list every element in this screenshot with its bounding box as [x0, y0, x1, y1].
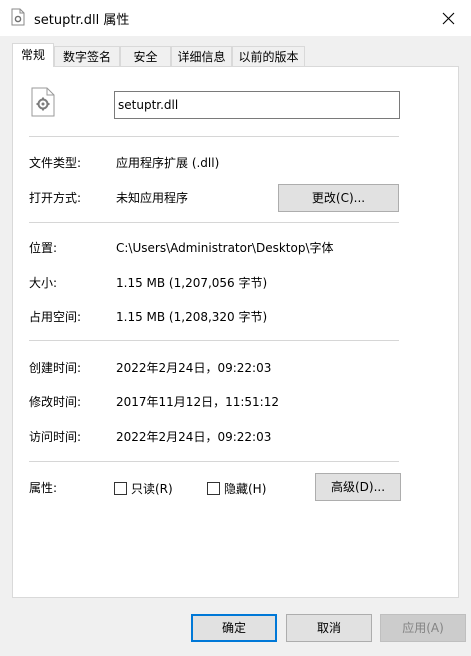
separator: [29, 461, 399, 462]
separator: [29, 136, 399, 137]
size-on-disk-label: 占用空间:: [29, 310, 82, 324]
attributes-label: 属性:: [29, 481, 58, 495]
close-button[interactable]: [425, 0, 471, 36]
file-type-label: 文件类型:: [29, 156, 82, 170]
opens-with-value: 未知应用程序: [116, 191, 189, 205]
modified-value: 2017年11月12日，11:51:12: [116, 395, 279, 409]
tab-security[interactable]: 安全: [120, 46, 171, 66]
hidden-checkbox[interactable]: 隐藏(H): [207, 480, 266, 497]
close-icon: [442, 12, 454, 24]
tab-details[interactable]: 详细信息: [171, 46, 232, 66]
separator: [29, 222, 399, 223]
file-type-value: 应用程序扩展 (.dll): [116, 156, 220, 170]
readonly-checkbox-box[interactable]: [114, 482, 127, 495]
cancel-button[interactable]: 取消: [286, 614, 372, 642]
dll-file-icon: [31, 87, 55, 117]
title-bar: setuptr.dll 属性: [0, 0, 471, 36]
tab-previous-versions[interactable]: 以前的版本: [232, 46, 305, 66]
advanced-button[interactable]: 高级(D)...: [315, 473, 401, 501]
location-value: C:\Users\Administrator\Desktop\字体: [116, 241, 334, 255]
hidden-checkbox-label: 隐藏(H): [224, 482, 267, 496]
modified-label: 修改时间:: [29, 395, 82, 409]
size-label: 大小:: [29, 276, 58, 290]
change-button[interactable]: 更改(C)...: [278, 184, 399, 212]
filename-input[interactable]: [114, 91, 400, 119]
apply-button[interactable]: 应用(A): [380, 614, 466, 642]
tab-general[interactable]: 常规: [12, 43, 54, 67]
separator: [29, 340, 399, 341]
location-label: 位置:: [29, 241, 58, 255]
window-title: setuptr.dll 属性: [34, 13, 130, 28]
created-value: 2022年2月24日，09:22:03: [116, 361, 272, 375]
size-on-disk-value: 1.15 MB (1,208,320 字节): [116, 310, 268, 324]
general-panel: 文件类型: 应用程序扩展 (.dll) 打开方式: 未知应用程序 更改(C)..…: [12, 66, 459, 598]
readonly-checkbox[interactable]: 只读(R): [114, 480, 173, 497]
dll-file-icon: [11, 8, 25, 26]
created-label: 创建时间:: [29, 361, 82, 375]
accessed-label: 访问时间:: [29, 430, 82, 444]
tab-digital-signatures[interactable]: 数字签名: [54, 46, 120, 66]
size-value: 1.15 MB (1,207,056 字节): [116, 276, 268, 290]
accessed-value: 2022年2月24日，09:22:03: [116, 430, 272, 444]
hidden-checkbox-box[interactable]: [207, 482, 220, 495]
ok-button[interactable]: 确定: [191, 614, 277, 642]
readonly-checkbox-label: 只读(R): [131, 482, 173, 496]
opens-with-label: 打开方式:: [29, 191, 82, 205]
